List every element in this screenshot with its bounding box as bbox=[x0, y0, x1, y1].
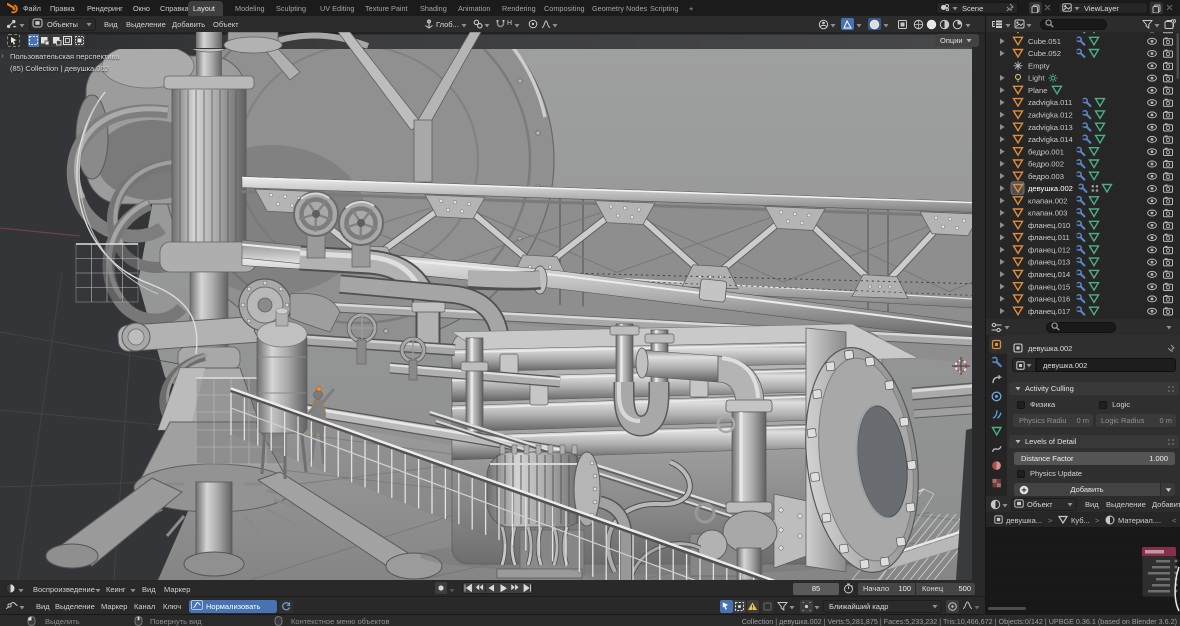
svg-text:Plane: Plane bbox=[1028, 86, 1047, 95]
svg-text:девушка.002: девушка.002 bbox=[1028, 184, 1073, 193]
svg-text:бедро.003: бедро.003 bbox=[1028, 172, 1064, 181]
svg-text:фланец.010: фланец.010 bbox=[1028, 221, 1070, 230]
svg-text:Empty: Empty bbox=[1028, 61, 1050, 70]
svg-text:Cube.051: Cube.051 bbox=[1028, 37, 1061, 46]
svg-text:zadvigka.013: zadvigka.013 bbox=[1028, 123, 1073, 132]
svg-text:бедро.002: бедро.002 bbox=[1028, 160, 1064, 169]
svg-text:фланец.016: фланец.016 bbox=[1028, 295, 1070, 304]
svg-text:фланец.012: фланец.012 bbox=[1028, 246, 1070, 255]
svg-text:клапан.002: клапан.002 bbox=[1028, 196, 1067, 205]
svg-text:Cube.052: Cube.052 bbox=[1028, 49, 1061, 58]
svg-text:zadvigka.012: zadvigka.012 bbox=[1028, 111, 1073, 120]
svg-text:zadvigka.011: zadvigka.011 bbox=[1028, 98, 1072, 107]
svg-text:фланец.015: фланец.015 bbox=[1028, 282, 1070, 291]
svg-text:zadvigka.014: zadvigka.014 bbox=[1028, 135, 1073, 144]
svg-text:Light: Light bbox=[1028, 74, 1045, 83]
svg-text:клапан.003: клапан.003 bbox=[1028, 209, 1067, 218]
svg-text:фланец.011: фланец.011 bbox=[1028, 233, 1070, 242]
svg-text:Cube.050: Cube.050 bbox=[1028, 32, 1061, 34]
svg-text:фланец.014: фланец.014 bbox=[1028, 270, 1070, 279]
svg-text:фланец.017: фланец.017 bbox=[1028, 307, 1070, 316]
svg-text:бедро.001: бедро.001 bbox=[1028, 147, 1064, 156]
svg-text:фланец.013: фланец.013 bbox=[1028, 258, 1070, 267]
